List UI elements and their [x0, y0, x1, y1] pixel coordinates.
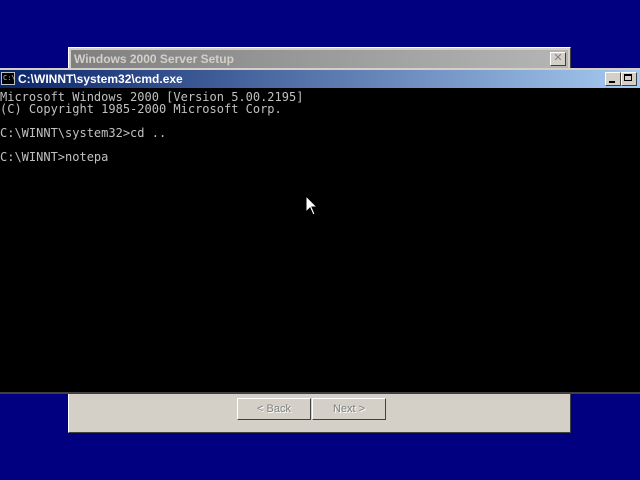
- minimize-icon[interactable]: [605, 72, 621, 86]
- close-icon[interactable]: ✕: [550, 52, 566, 66]
- cmd-titlebar[interactable]: C:\ C:\WINNT\system32\cmd.exe: [0, 70, 640, 88]
- console-line-copyright: (C) Copyright 1985-2000 Microsoft Corp.: [0, 102, 282, 116]
- next-button[interactable]: Next >: [312, 398, 386, 420]
- console-line-cd-command: C:\WINNT\system32>cd ..: [0, 126, 167, 140]
- cmd-icon[interactable]: C:\: [1, 72, 15, 85]
- setup-titlebar[interactable]: Windows 2000 Server Setup ✕: [71, 50, 568, 68]
- back-button[interactable]: < Back: [237, 398, 311, 420]
- cmd-window-title: C:\WINNT\system32\cmd.exe: [18, 72, 183, 86]
- setup-window-title: Windows 2000 Server Setup: [74, 52, 234, 66]
- mouse-pointer-icon: [305, 195, 319, 216]
- console-prompt-input[interactable]: C:\WINNT>notepa: [0, 151, 108, 163]
- cmd-window: C:\ C:\WINNT\system32\cmd.exe Microsoft …: [0, 68, 640, 394]
- console-output[interactable]: Microsoft Windows 2000 [Version 5.00.219…: [0, 88, 640, 392]
- maximize-icon[interactable]: [621, 72, 637, 86]
